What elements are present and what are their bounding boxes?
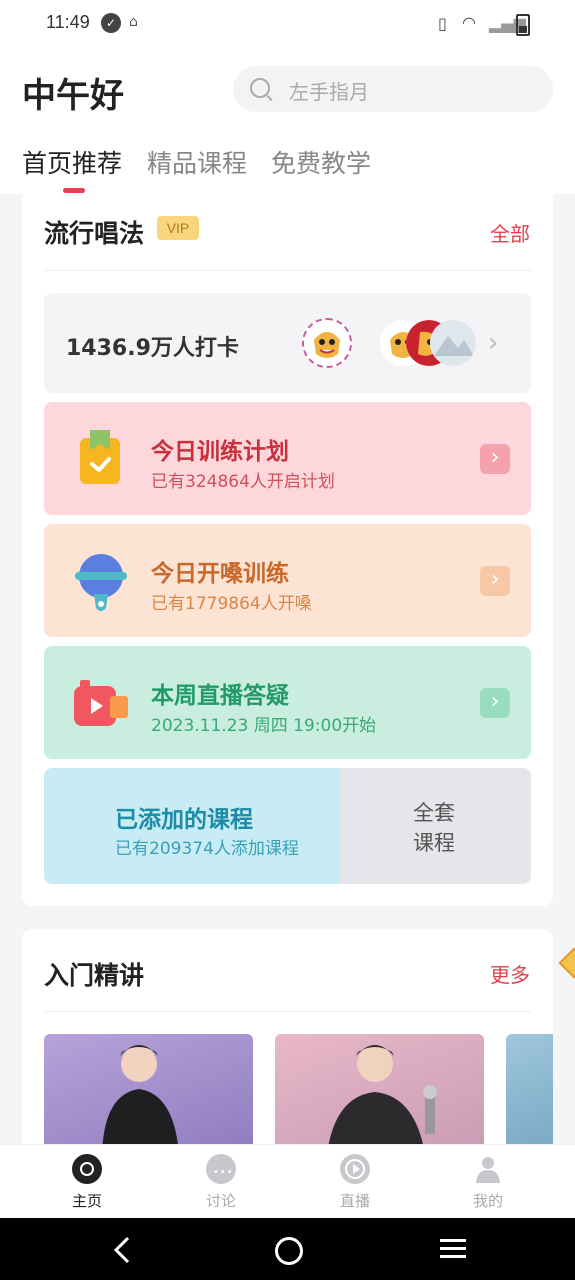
active-tab-indicator	[63, 188, 85, 193]
course-thumbnail[interactable]	[275, 1034, 484, 1154]
vip-badge: VIP	[157, 216, 199, 240]
menu-icon[interactable]	[440, 1238, 466, 1264]
chevron-right-icon[interactable]: ›	[480, 444, 510, 474]
plan-title: 今日开嗓训练	[151, 561, 289, 587]
avatar	[430, 320, 476, 366]
microphone-icon	[74, 552, 128, 614]
tab-home-recommend[interactable]: 首页推荐	[22, 144, 122, 180]
check-circle-icon: ✓	[101, 13, 121, 33]
view-all-link[interactable]: 全部	[490, 218, 530, 247]
course-thumbnail[interactable]	[44, 1034, 253, 1154]
chevron-right-icon[interactable]: ›	[480, 688, 510, 718]
added-courses-title: 已添加的课程	[115, 807, 253, 833]
play-circle-icon	[340, 1154, 370, 1184]
section-title: 入门精讲	[44, 961, 145, 990]
plan-title: 今日训练计划	[151, 439, 289, 465]
search-icon	[250, 78, 270, 98]
greeting: 中午好	[22, 76, 124, 116]
floating-badge-icon[interactable]	[558, 947, 575, 979]
vibrate-icon: ▯	[438, 14, 447, 33]
nav-mine[interactable]: 我的	[448, 1154, 528, 1211]
nav-home[interactable]: 主页	[47, 1154, 127, 1211]
tab-premium-courses[interactable]: 精品课程	[147, 144, 247, 180]
nav-label: 讨论	[205, 1192, 236, 1210]
back-icon[interactable]	[112, 1236, 132, 1268]
divider	[44, 270, 531, 271]
nav-label: 我的	[472, 1192, 503, 1210]
chevron-right-icon: ›	[488, 328, 499, 358]
plan-subtitle: 2023.11.23 周四 19:00开始	[151, 716, 377, 736]
nav-discuss[interactable]: ••• 讨论	[181, 1154, 261, 1211]
tab-free-teaching[interactable]: 免费教学	[271, 144, 371, 180]
nav-label: 主页	[71, 1192, 102, 1210]
video-camera-icon	[74, 680, 130, 728]
full-course-label[interactable]: 全套 课程	[404, 798, 464, 858]
added-courses-subtitle: 已有209374人添加课程	[115, 839, 299, 859]
nav-live[interactable]: 直播	[315, 1154, 395, 1211]
avatar	[302, 318, 352, 368]
battery-icon	[516, 14, 530, 36]
plan-subtitle: 已有1779864人开嗓	[151, 594, 312, 614]
chat-bubble-icon: •••	[206, 1154, 236, 1184]
plan-subtitle: 已有324864人开启计划	[151, 472, 335, 492]
more-link[interactable]: 更多	[490, 959, 530, 988]
app-notification-icon: ⌂	[129, 14, 138, 30]
wifi-icon: ◠	[462, 13, 476, 32]
search-placeholder: 左手指月	[289, 80, 369, 104]
home-circle-icon[interactable]	[275, 1237, 303, 1265]
section-title: 流行唱法	[44, 219, 145, 248]
nav-label: 直播	[339, 1192, 370, 1210]
course-thumbnail[interactable]	[506, 1034, 553, 1154]
status-time: 11:49	[46, 12, 90, 32]
plan-title: 本周直播答疑	[151, 683, 289, 709]
checkin-count: 1436.9万人打卡	[66, 336, 239, 361]
person-icon	[473, 1154, 503, 1184]
chevron-right-icon[interactable]: ›	[480, 566, 510, 596]
clipboard-check-icon	[78, 430, 122, 486]
divider	[44, 1011, 531, 1012]
home-record-icon	[72, 1154, 102, 1184]
search-input[interactable]	[233, 66, 553, 112]
